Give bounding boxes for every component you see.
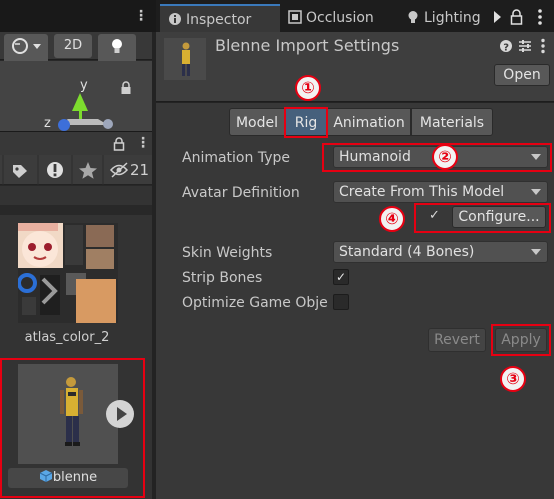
inspector-header: Blenne Import Settings ? Open — [156, 32, 554, 102]
lock-icon[interactable] — [113, 137, 125, 151]
strip-bones-checkbox[interactable]: ✓ — [333, 269, 349, 285]
left-panel: ⋮ 2D y z ⋮ 21 atlas_color_2 blenne — [0, 0, 152, 499]
scene-gizmo[interactable]: y z — [0, 61, 152, 131]
asset-label-blenne[interactable]: blenne — [8, 468, 128, 488]
hidden-count: 21 — [130, 161, 150, 179]
strip-bones-label: Strip Bones — [182, 270, 263, 286]
asset-label-blenne-text: blenne — [52, 470, 98, 485]
skin-weights-value: Standard (4 Bones) — [339, 244, 475, 260]
tab-animation[interactable]: Animation — [327, 108, 411, 136]
page-title: Blenne Import Settings — [215, 36, 400, 55]
chevron-down-icon — [531, 189, 541, 195]
optimize-game-objects-label: Optimize Game Obje — [182, 295, 328, 311]
tab-materials[interactable]: Materials — [411, 108, 493, 136]
tab-inspector-label: Inspector — [186, 12, 252, 28]
gizmo-z-label: z — [44, 116, 51, 131]
tab-bar-controls — [494, 9, 542, 25]
avatar-definition-dropdown[interactable]: Create From This Model — [333, 181, 548, 203]
tab-occlusion[interactable]: Occlusion — [280, 4, 398, 32]
presets-icon — [519, 41, 531, 51]
character-model-image — [60, 377, 83, 446]
model-prefab-icon — [39, 470, 53, 482]
left-tab-bar: ⋮ — [0, 0, 152, 32]
annotation-box-rig — [284, 107, 328, 138]
project-toolbar: 21 — [0, 155, 152, 185]
asset-thumbnail-blenne[interactable] — [18, 364, 134, 464]
asset-thumbnail-atlas[interactable] — [17, 223, 118, 323]
open-button[interactable]: Open — [494, 64, 550, 86]
more-menu-icon — [541, 38, 545, 43]
more-menu-icon[interactable]: ⋮ — [134, 8, 148, 24]
more-menu-icon — [538, 9, 542, 13]
grid-spacer — [0, 205, 152, 215]
chevron-down-icon — [531, 249, 541, 255]
annotation-box-apply — [491, 324, 551, 356]
revert-button[interactable]: Revert — [428, 328, 486, 352]
asset-preview-icon — [164, 38, 206, 80]
sphere-icon — [12, 38, 41, 54]
avatar-definition-label: Avatar Definition — [182, 185, 300, 201]
texture-thumbnail-image — [17, 223, 118, 323]
toggle-2d-button[interactable]: 2D — [54, 34, 92, 58]
play-icon — [117, 407, 127, 421]
tab-scroll-right-icon — [494, 11, 501, 23]
tab-lighting[interactable]: Lighting — [398, 4, 488, 32]
header-actions: ? — [500, 38, 545, 54]
tab-lighting-label: Lighting — [424, 10, 481, 26]
tab-occlusion-label: Occlusion — [306, 10, 374, 26]
annotation-marker-2: ② — [432, 144, 458, 170]
character-model-icon — [182, 42, 190, 76]
info-icon — [169, 13, 181, 25]
skin-weights-dropdown[interactable]: Standard (4 Bones) — [333, 241, 548, 263]
tab-model[interactable]: Model — [229, 108, 285, 136]
project-panel-header: ⋮ — [0, 131, 152, 155]
annotation-marker-4: ④ — [379, 206, 405, 232]
occlusion-icon — [288, 10, 302, 24]
animation-type-label: Animation Type — [182, 150, 290, 166]
configure-button[interactable]: Configure... — [452, 206, 546, 228]
more-menu-icon[interactable]: ⋮ — [136, 135, 150, 151]
asset-label-atlas: atlas_color_2 — [24, 330, 110, 345]
lock-icon[interactable] — [120, 81, 132, 95]
avatar-definition-value: Create From This Model — [339, 184, 505, 200]
avatar-valid-check-icon: ✓ — [429, 208, 440, 223]
tab-inspector[interactable]: Inspector — [160, 4, 280, 32]
svg-text:?: ? — [503, 43, 509, 54]
annotation-marker-3: ③ — [500, 366, 526, 392]
scene-view[interactable]: y z — [0, 61, 152, 131]
lightbulb-icon — [408, 11, 418, 23]
lock-icon — [512, 9, 521, 16]
scene-toolbar: 2D — [0, 32, 152, 67]
annotation-marker-1: ① — [295, 75, 321, 101]
optimize-game-objects-checkbox[interactable] — [333, 294, 349, 310]
skin-weights-label: Skin Weights — [182, 245, 273, 261]
preview-play-button[interactable] — [106, 400, 134, 428]
gizmo-y-label: y — [80, 78, 88, 93]
lightbulb-icon — [112, 39, 122, 53]
